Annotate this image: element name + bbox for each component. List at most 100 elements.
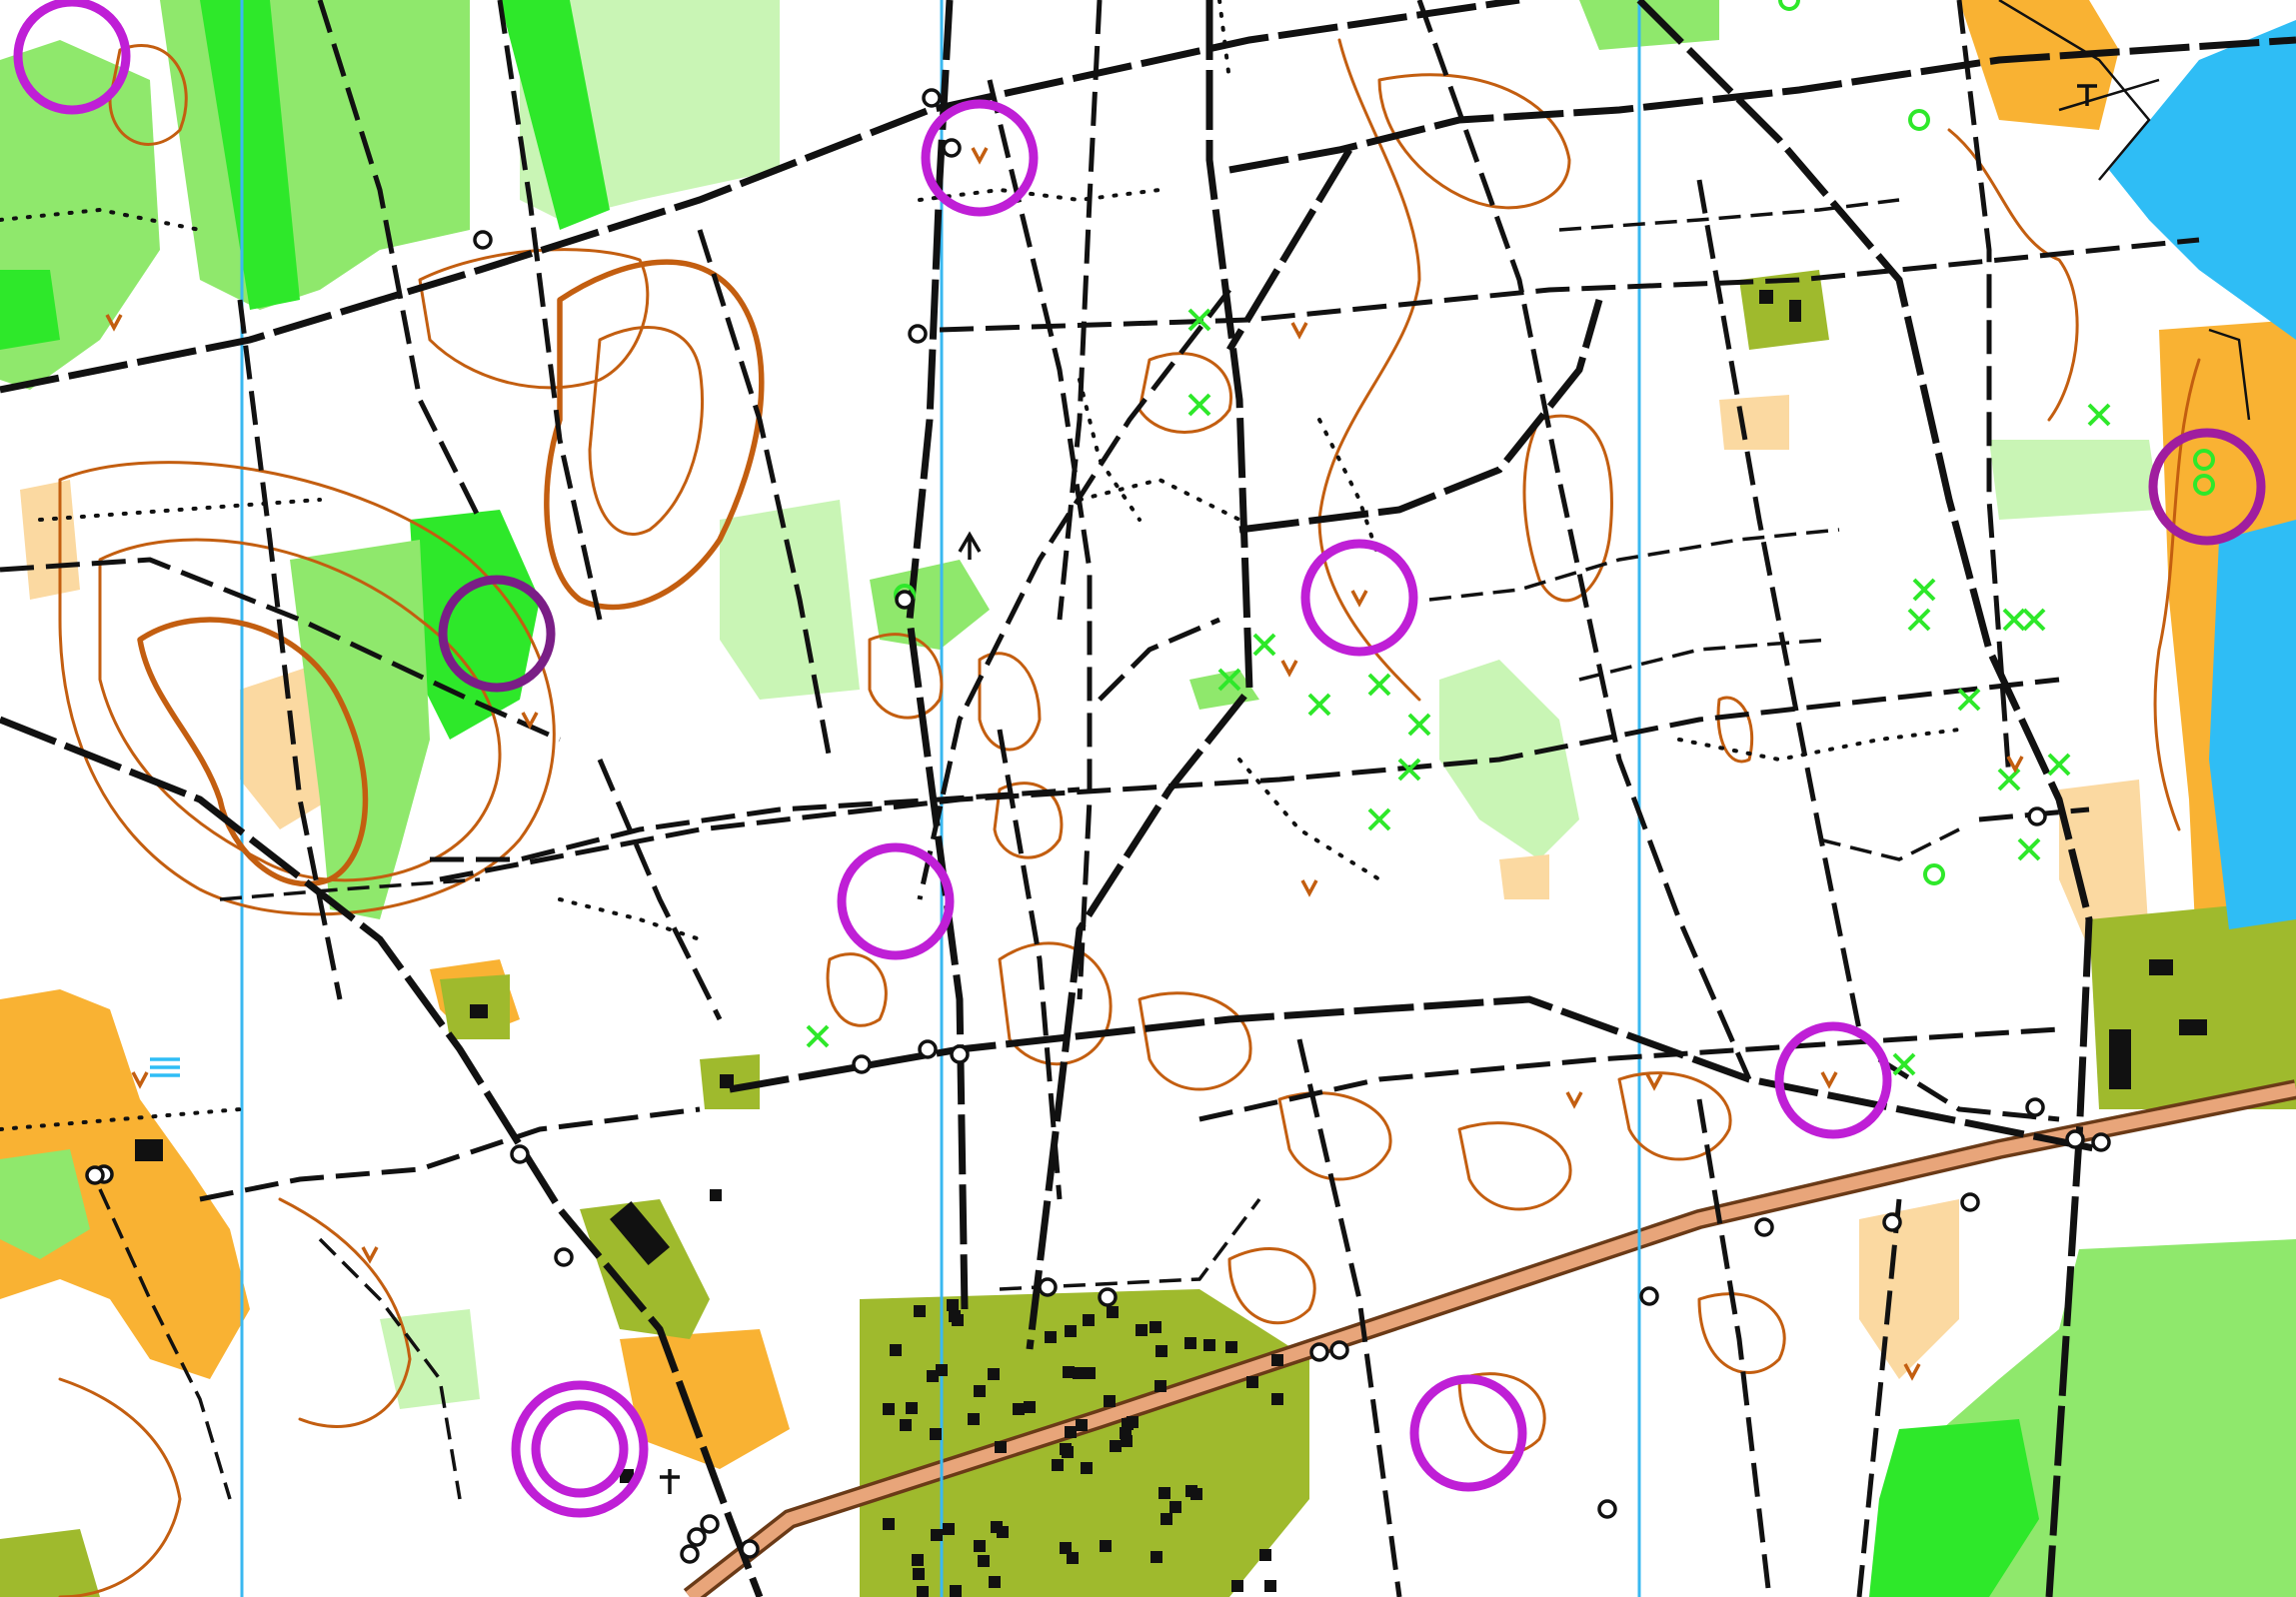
control-circle[interactable] [1300,539,1418,657]
building-square-icon [936,1364,948,1376]
boulder-circle-icon [1597,1499,1617,1519]
v-depression-icon [131,1071,149,1089]
building-square-icon [974,1540,986,1552]
contour-line [1277,1091,1392,1181]
building-square-icon [1065,1325,1077,1337]
contour-line [1377,73,1571,210]
boulder-circle-icon [852,1054,872,1074]
water-tank-icon [150,1057,180,1077]
footpath-dotted [1317,418,1381,562]
contour-line [1697,1292,1786,1374]
boulder-circle-icon [918,1039,938,1059]
building-square-icon [1158,1487,1170,1499]
v-depression-icon [1280,660,1298,678]
boulder-circle-icon [1309,1342,1329,1362]
v-depression-icon [1820,1071,1838,1089]
green-circle-icon [1778,0,1800,11]
building-square-icon [978,1555,990,1567]
building-square-icon [995,1441,1007,1453]
path [1198,1026,2060,1122]
building-square-icon [1067,1552,1079,1564]
building-square-icon [991,1521,1003,1533]
boulder-circle-icon [908,324,928,344]
building-square-icon [1127,1416,1139,1428]
building-square-icon [2179,1019,2207,1035]
path [430,787,1081,862]
boulder-circle-icon [895,590,915,610]
rough-dotted-area [1719,395,1789,450]
green-cross-icon [1912,578,1936,602]
boulder-circle-icon [1882,1212,1902,1232]
small-path [1428,528,1840,602]
special-feature-layer [806,0,2215,1076]
building-square-icon [1081,1462,1093,1474]
walk-area [0,1529,100,1597]
building-square-icon [1100,1540,1112,1552]
path [597,759,723,1021]
building-square-icon [1155,1345,1167,1357]
footpath-dotted [38,498,322,522]
water-area [2209,520,2296,929]
building-square-icon [2109,1029,2131,1089]
building-square-icon [912,1554,924,1566]
building-square-icon [1104,1395,1116,1407]
building-square-icon [1121,1435,1133,1447]
building-square-icon [1259,1549,1271,1561]
boulder-circle-icon [2025,1097,2045,1117]
orienteering-map[interactable] [0,0,2296,1597]
v-depression-icon [1645,1073,1663,1091]
contour-line [1522,414,1613,603]
building-square-icon [1246,1376,1258,1388]
building-square-icon [883,1518,895,1530]
building-square-icon [1759,290,1773,304]
green-circle-icon [1908,109,1930,131]
green-cross-icon [1907,608,1931,632]
contour-line [978,652,1042,752]
track [1636,0,2093,1597]
building-square-icon [917,1586,929,1597]
building-square-icon [2149,959,2173,975]
contour-line [826,952,888,1027]
boulder-circle-icon [922,88,942,108]
control-circle[interactable] [837,842,955,960]
boulder-circle-icon [554,1247,574,1267]
building-square-icon [1073,1367,1085,1379]
fight-area [0,270,60,350]
contour-line [1617,1071,1732,1161]
building-square-icon [1136,1324,1148,1336]
building-square-icon [950,1585,962,1597]
finish-circle-inner[interactable] [531,1400,629,1498]
building-square-icon [1065,1426,1077,1438]
building-square-icon [1150,1551,1162,1563]
fight-area [410,510,540,740]
boulder-circle-icon [1960,1192,1980,1212]
high-seat-icon [958,531,982,560]
building-square-icon [1203,1339,1215,1351]
contour-line [1227,1247,1316,1325]
green-cross-icon [2087,403,2111,427]
building-square-icon [988,1368,1000,1380]
green-cross-icon [1892,1052,1916,1076]
walk-area [380,1309,480,1409]
area-layer [0,0,2296,1597]
building-square-icon [968,1413,980,1425]
control-circle[interactable] [1409,1374,1527,1492]
building-square-icon [710,1189,722,1201]
contour-line [1138,352,1232,434]
building-square-icon [1264,1580,1276,1592]
green-cross-icon [1187,393,1211,417]
boulder-circle-icon [687,1527,707,1547]
green-cross-icon [1367,673,1391,697]
building-square-icon [947,1299,959,1311]
path [997,729,1063,1200]
building-square-icon [1160,1513,1172,1525]
boulder-circle-icon [1754,1217,1774,1237]
slow-run-area [720,500,860,700]
path [1416,0,1752,1081]
building-square-icon [906,1402,918,1414]
rough-open-area [1859,1199,1959,1379]
path [1057,0,1103,621]
map-canvas[interactable] [0,0,2296,1597]
path [987,79,1093,1000]
boulder-circle-icon [85,1165,105,1185]
